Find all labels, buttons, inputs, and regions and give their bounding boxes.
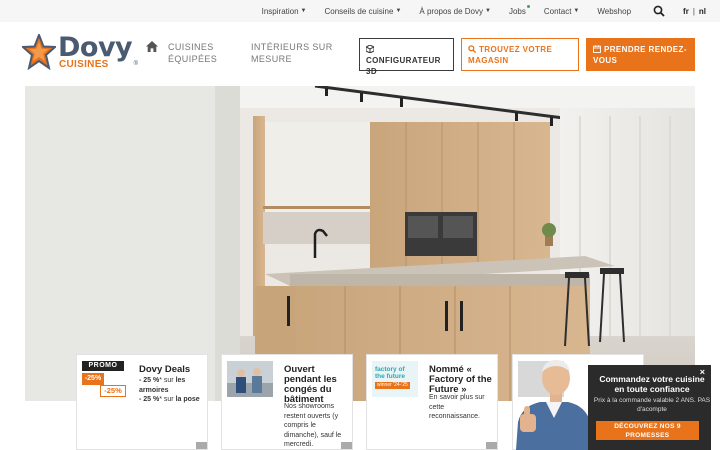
award-line-1: factory of [375,366,405,373]
home-icon[interactable] [146,41,158,52]
award-line-2: the future [375,373,405,380]
deal-line-2: - 25 %* sur la pose [139,395,207,405]
topnav-jobs[interactable]: Jobs [508,4,530,16]
top-nav: Inspiration ▼ Conseils de cuisine ▼ À prop… [244,0,706,22]
star-logo-icon [22,34,56,70]
salesman-figure [516,360,594,450]
caret-down-icon: ▼ [395,8,402,14]
topnav-jobs-label: Jobs [508,6,526,16]
discover-promises-button[interactable]: DÉCOUVREZ NOS 9 PROMESSES [596,421,699,440]
card-body: En savoir plus sur cette reconnaissance. [429,394,485,420]
promo-thumbnail: PROMO -25% -25% [82,361,128,397]
nav-cuisines-equipees[interactable]: Cuisines équipées [168,41,238,65]
logo-registered: ® [133,61,138,67]
dovy-logo[interactable]: Dovy CUISINES ® [22,32,138,72]
card-dovy-deals[interactable]: PROMO -25% -25% Dovy Deals - 25 %* sur l… [76,354,208,450]
find-store-button[interactable]: Trouvez votre magasin [461,38,579,71]
chevron-right-icon[interactable] [196,442,207,449]
configurator-3d-label: Configurateur 3D [366,56,441,76]
card-ouvert-conges[interactable]: Ouvert pendant les congés du bâtiment No… [221,354,353,450]
factory-award-thumbnail: factory of the future winner '24-'25 [372,361,418,397]
find-store-label: Trouvez votre magasin [468,45,553,65]
topnav-conseils-label: Conseils de cuisine [324,6,394,16]
caret-down-icon: ▼ [484,8,491,14]
top-utility-bar: Inspiration ▼ Conseils de cuisine ▼ À prop… [0,0,720,22]
nav-interieurs-sur-mesure[interactable]: Intérieurs sur mesure [251,41,346,65]
caret-down-icon: ▼ [300,8,307,14]
deal-2-pct: - 25 % [139,396,160,403]
promo-badge: PROMO [82,361,124,371]
topnav-webshop[interactable]: Webshop [597,7,631,16]
card-title: Dovy Deals [139,364,191,375]
award-line-3: winner '24-'25 [375,382,410,389]
notification-dot [526,4,530,8]
magnifier-icon [468,45,476,53]
caret-down-icon: ▼ [573,8,580,14]
appointment-label: Prendre rendez-vous [593,45,687,65]
lang-nl[interactable]: nl [699,7,706,16]
logo-subtitle: CUISINES [59,59,109,70]
topnav-webshop-label: Webshop [597,6,632,16]
deal-2-item: la pose [175,396,200,403]
deal-line-1: - 25 %* sur les armoires [139,376,207,395]
chevron-right-icon[interactable] [486,442,497,449]
card-title: Nommé « Factory of the Future » [429,364,492,395]
topnav-a-propos[interactable]: À propos de Dovy ▼ [419,7,491,16]
lang-separator: | [692,6,695,16]
popup-text: Prix à la commande valable 2 ANS. PAS d'… [593,397,711,413]
appointment-button[interactable]: Prendre rendez-vous [586,38,695,71]
chevron-right-icon[interactable] [341,442,352,449]
card-factory-future[interactable]: factory of the future winner '24-'25 Nom… [366,354,498,450]
promo-popup: × Commandez votre cuisine en toute confi… [588,365,711,450]
calendar-icon [593,45,601,53]
deal-1-sep: * sur [159,377,176,384]
promo-pct-1: -25% [82,373,104,385]
promo-pct-2: -25% [100,385,126,397]
topnav-contact-label: Contact [543,6,572,16]
topnav-conseils[interactable]: Conseils de cuisine ▼ [325,7,402,16]
topnav-inspiration[interactable]: Inspiration ▼ [262,7,307,16]
card-title: Ouvert pendant les congés du bâtiment [284,364,337,405]
popup-title: Commandez votre cuisine en toute confian… [599,374,705,394]
showroom-thumbnail [227,361,273,397]
topnav-inspiration-label: Inspiration [261,6,299,16]
card-body: - 25 %* sur les armoires - 25 %* sur la … [139,376,207,405]
deal-1-pct: - 25 % [139,377,160,384]
topnav-contact[interactable]: Contact ▼ [544,7,580,16]
topnav-a-propos-label: À propos de Dovy [419,6,483,16]
search-icon[interactable] [653,5,665,17]
lang-fr[interactable]: fr [683,7,689,16]
cube-icon [366,45,374,53]
configurator-3d-button[interactable]: Configurateur 3D [359,38,454,76]
deal-2-sep: * sur [159,396,176,403]
